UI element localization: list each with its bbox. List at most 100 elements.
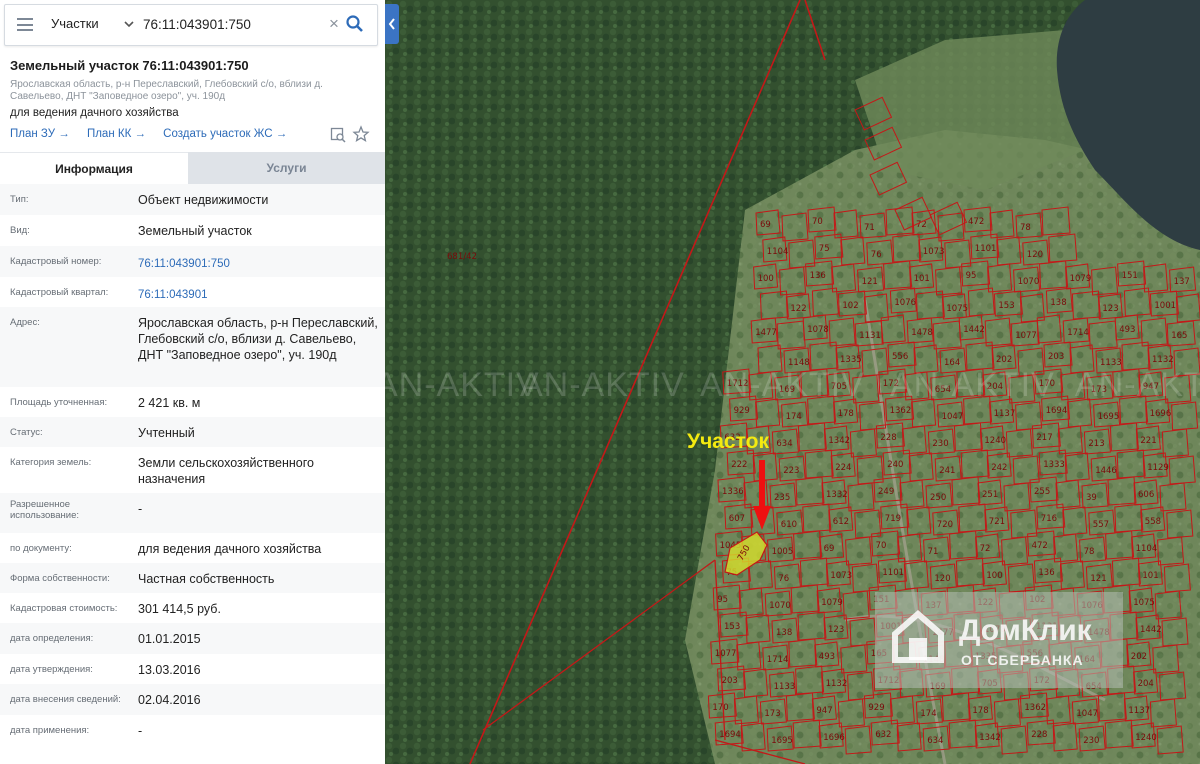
parcel-number-label: 493 [1119,325,1135,335]
parcel-number-label: 202 [1131,652,1147,662]
chevron-down-icon[interactable] [123,18,135,30]
hamburger-icon[interactable] [17,18,33,31]
info-row: дата применения: - [0,715,385,746]
parcel-number-label: 121 [1090,574,1106,584]
watermark-2: AN-AKTIV [520,366,685,404]
info-label: дата внесения сведений: [10,694,121,705]
info-row: дата определения: 01.01.2015 [0,623,385,654]
parcel-number-label: 1047 [942,412,964,422]
parcel-number-label: 170 [712,703,728,713]
parcel-number-label: 1104 [767,247,789,257]
parcel-number-label: 1073 [830,571,852,581]
info-value-link[interactable]: 76:11:043901 [138,287,378,303]
link-create-parcel[interactable]: Создать участок ЖС → [163,128,287,140]
parcel-number-label: 136 [810,271,826,281]
parcel-number-label: 1714 [1067,328,1089,338]
parcel-number-label: 221 [1140,436,1156,446]
parcel-number-label: 121 [862,277,878,287]
parcel-number-label: 1076 [894,298,916,308]
parcel-number-label: 217 [1036,433,1052,443]
panel-tabs: Информация Услуги [0,152,385,185]
parcel-number-label: 1696 [823,733,845,743]
info-value: - [138,502,143,516]
parcel-number-label: 72 [980,544,991,554]
info-row: дата внесения сведений: 02.04.2016 [0,684,385,715]
info-value: 01.01.2015 [138,632,201,646]
parcel-number-label: 153 [998,301,1014,311]
star-icon[interactable] [352,125,370,143]
parcel-address-short: Ярославская область, р-н Переславский, Г… [10,79,323,102]
parcel-number-label: 70 [876,541,887,551]
parcel-number-label: 1694 [719,730,741,740]
search-bar: Участки × [4,4,378,46]
parcel-number-label: 1070 [769,601,791,611]
parcel-number-label: 1070 [1018,277,1040,287]
parcel-number-label: 255 [1034,487,1050,497]
info-value: 02.04.2016 [138,693,201,707]
parcel-number-label: 120 [1027,250,1043,260]
parcel-number-label: 224 [835,463,851,473]
search-type-select[interactable]: Участки [51,16,99,31]
close-icon[interactable]: × [327,15,341,32]
parcel-number-label: 1137 [994,409,1016,419]
parcel-number-label: 612 [833,517,849,527]
parcel-number-label: 1695 [771,736,793,746]
parcel-number-label: 165 [1171,331,1187,341]
info-label: дата применения: [10,725,90,736]
parcel-number-label: 123 [828,625,844,635]
parcel-number-label: 634 [927,736,943,746]
parcel-number-label: 1075 [1133,598,1155,608]
info-label: Кадастровый номер: [10,256,102,267]
parcel-number-label: 235 [774,493,790,503]
link-plan-kk[interactable]: План КК → [87,128,146,140]
tab-info[interactable]: Информация [0,152,188,185]
parcel-number-label: 929 [734,406,750,416]
parcel-number-label: 1073 [923,247,945,257]
collapse-panel-button[interactable] [385,4,399,44]
parcel-number-label: 204 [1138,679,1154,689]
parcel-number-label: 1132 [826,679,848,689]
parcel-number-label: 1047 [1076,709,1098,719]
parcel-number-label: 101 [914,274,930,284]
parcel-number-label: 222 [731,460,747,470]
parcel-number-label: 71 [928,547,939,557]
parcel-number-label: 136 [1038,568,1054,578]
parcel-number-label: 95 [717,595,728,605]
parcel-number-label: 1079 [821,598,843,608]
parcel-number-label: 100 [758,274,774,284]
info-label: Вид: [10,225,30,236]
parcel-number-label: 1001 [1154,301,1176,311]
parcel-number-label: 1240 [1135,733,1157,743]
link-plan-zu[interactable]: План ЗУ → [10,128,70,140]
search-input[interactable] [143,14,323,34]
parcel-number-label: 1342 [828,436,850,446]
parcel-links: План ЗУ → План КК → Создать участок ЖС → [10,128,301,140]
parcel-number-label: 203 [1048,352,1064,362]
parcel-number-label: 1478 [911,328,933,338]
parcel-number-label: 1005 [772,547,794,557]
parcel-number-label: 721 [989,517,1005,527]
info-value: - [138,724,143,738]
info-value: 301 414,5 руб. [138,602,221,616]
parcel-number-label: 634 [776,439,792,449]
info-value: Частная собственность [138,572,275,586]
watermark-3: AN-AKTIV [700,366,865,404]
parcel-number-label: 1342 [979,733,1001,743]
parcel-number-label: 472 [1032,541,1048,551]
info-value: Объект недвижимости [138,193,269,207]
parcel-number-label: 719 [885,514,901,524]
parcel-number-label: 228 [880,433,896,443]
domclick-brand: ДомКлик [959,614,1092,647]
parcel-number-label: 1442 [963,325,985,335]
info-value-link[interactable]: 76:11:043901:750 [138,256,378,272]
parcel-number-label: 720 [937,520,953,530]
info-label: Адрес: [10,317,40,328]
parcel-number-label: 240 [887,460,903,470]
parcel-number-label: 1077 [1015,331,1037,341]
parcel-number-label: 173 [764,709,780,719]
search-icon[interactable] [345,14,365,34]
show-on-map-icon[interactable] [330,127,346,143]
tab-services[interactable]: Услуги [188,152,385,184]
parcel-number-label: 250 [930,493,946,503]
callout-label: Участок [687,430,769,453]
